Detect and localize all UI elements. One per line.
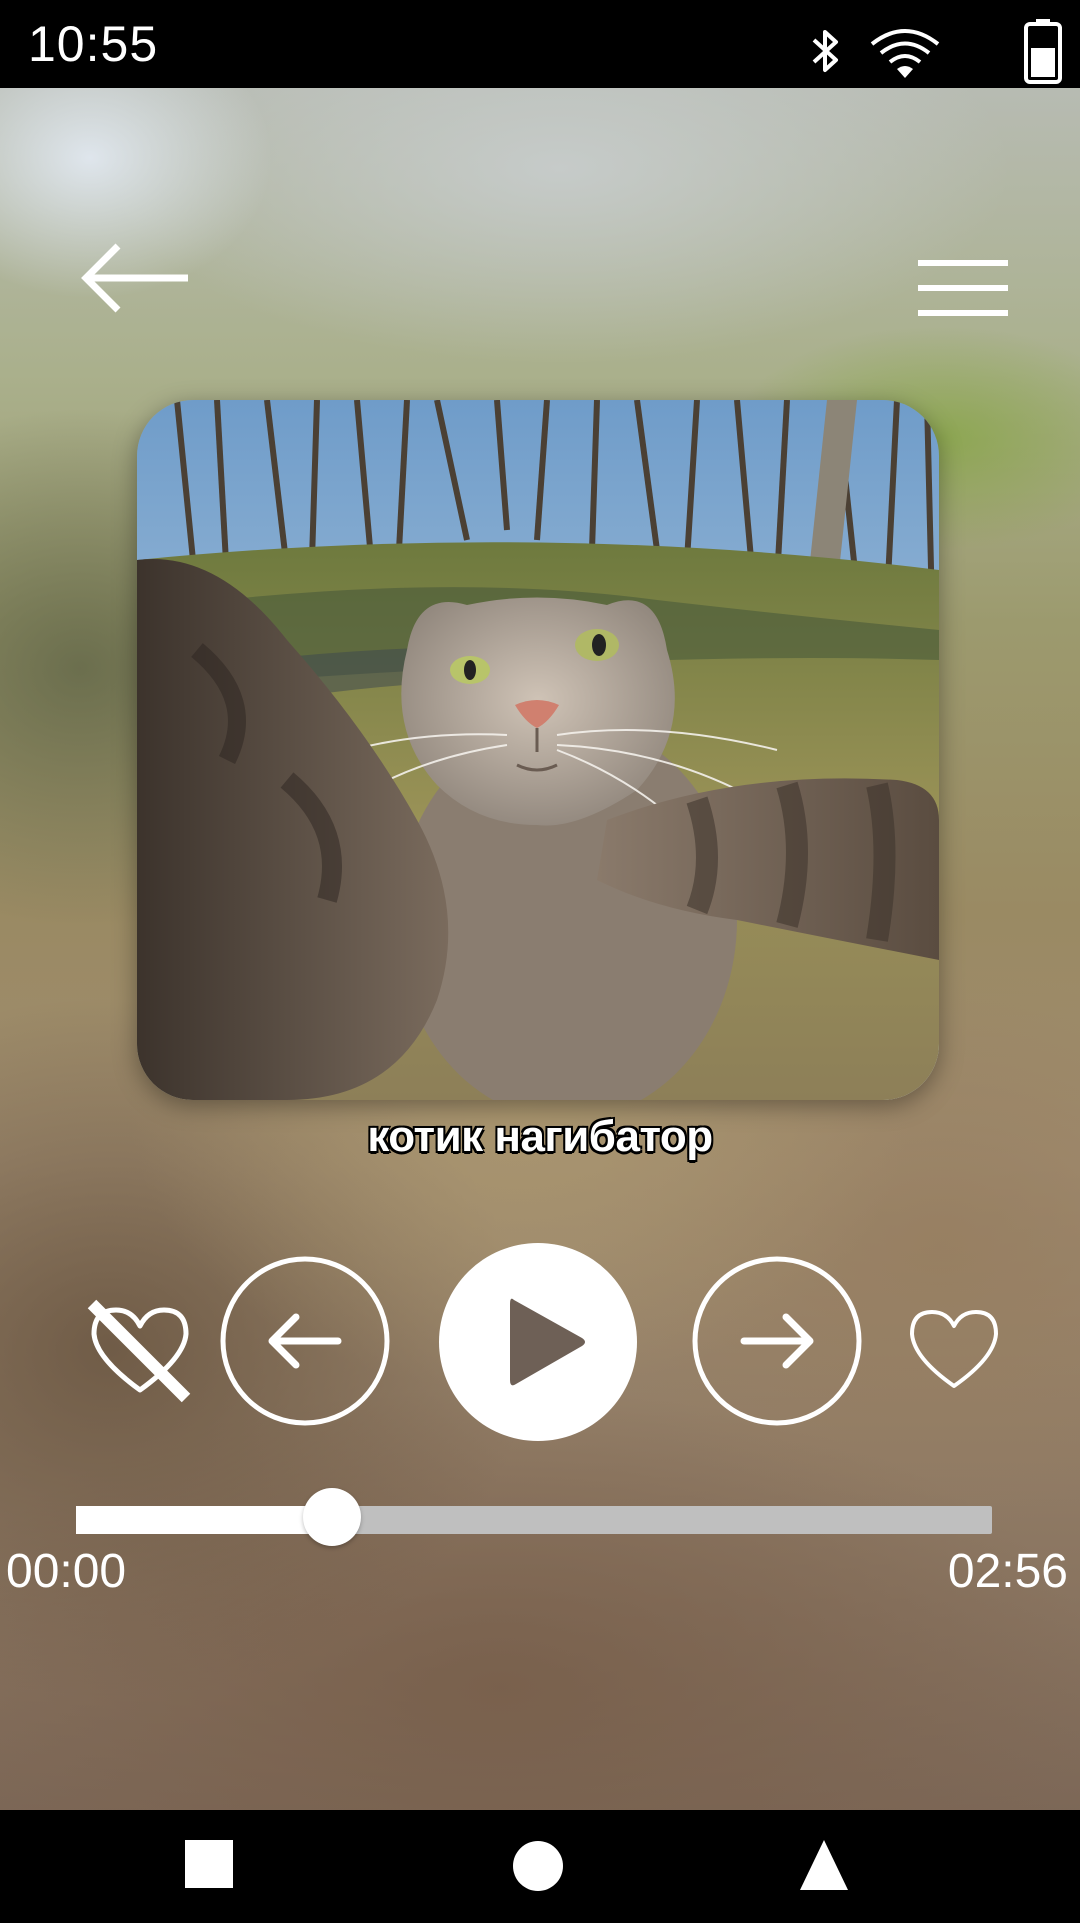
menu-button[interactable] [912,248,1012,328]
album-art [137,400,939,1100]
player-screen: котик нагибатор 00:00 02:56 [0,88,1080,1810]
cat-selfie-photo [137,400,939,1100]
hamburger-menu-icon [918,260,1008,316]
previous-button[interactable] [220,1256,390,1426]
circle-icon [513,1841,563,1891]
track-title: котик нагибатор [367,1112,713,1161]
like-button[interactable] [906,1302,1002,1398]
nav-back-button[interactable] [754,1810,894,1920]
battery-icon [1024,19,1062,84]
status-time: 10:55 [28,16,159,72]
wifi-icon [870,29,940,78]
arrow-right-circle-icon [692,1256,862,1426]
status-bar: 10:55 [0,0,1080,88]
arrow-left-circle-icon [220,1256,390,1426]
play-icon [439,1243,637,1441]
home-button[interactable] [468,1810,608,1920]
arrow-left-icon [81,243,188,313]
bluetooth-icon [812,30,838,72]
recents-button[interactable] [139,1810,279,1920]
seek-bar-fill [76,1506,333,1534]
seek-bar[interactable] [76,1506,992,1534]
system-nav-bar [0,1810,1080,1920]
next-button[interactable] [692,1256,862,1426]
triangle-icon [800,1840,848,1890]
heart-outline-icon [910,1310,998,1388]
play-button[interactable] [438,1242,638,1442]
back-button[interactable] [78,238,193,318]
dislike-button[interactable] [86,1298,194,1406]
total-time: 02:56 [947,1545,1068,1598]
heart-crossed-icon [87,1299,191,1403]
elapsed-time: 00:00 [6,1545,127,1598]
square-icon [185,1840,233,1888]
